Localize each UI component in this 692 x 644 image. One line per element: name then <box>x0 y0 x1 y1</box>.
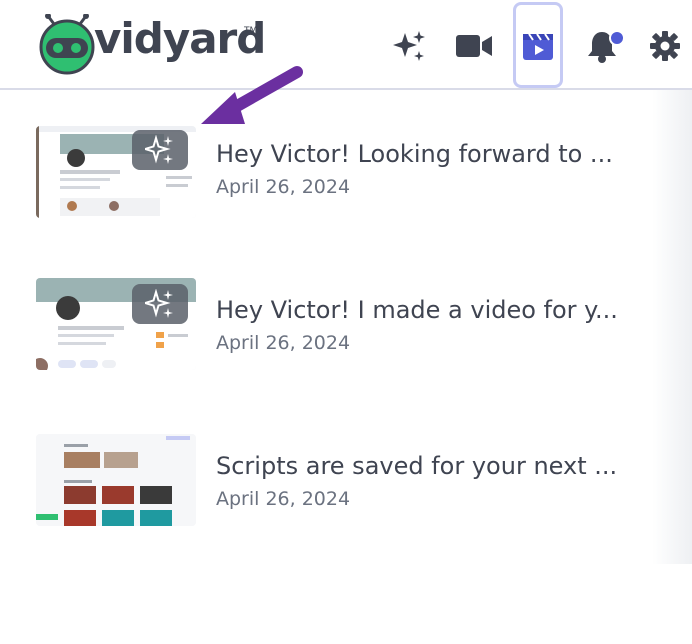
video-list-item[interactable]: Hey Victor! I made a video for y... Apri… <box>0 276 692 396</box>
header-toolbar: vidyard TM <box>0 0 692 90</box>
video-title[interactable]: Hey Victor! Looking forward to ... <box>216 140 661 168</box>
settings-button[interactable] <box>641 22 689 70</box>
logo-trademark: TM <box>244 26 258 36</box>
annotation-arrow <box>201 66 303 124</box>
video-list-item[interactable]: Hey Victor! Looking forward to ... April… <box>0 120 692 240</box>
video-thumbnail[interactable] <box>36 434 196 526</box>
video-camera-icon <box>456 35 492 57</box>
ai-generated-badge <box>132 130 188 170</box>
sparkles-icon <box>393 31 425 61</box>
video-date: April 26, 2024 <box>216 176 351 198</box>
video-library-icon <box>523 33 553 60</box>
video-list-item[interactable]: Scripts are saved for your next ... Apri… <box>0 432 692 552</box>
video-library-button[interactable] <box>513 2 563 88</box>
sparkles-icon <box>145 289 173 318</box>
video-title[interactable]: Hey Victor! I made a video for y... <box>216 296 661 324</box>
ai-sparkles-button[interactable] <box>386 22 434 70</box>
video-date: April 26, 2024 <box>216 488 351 510</box>
ai-generated-badge <box>132 284 188 324</box>
video-title[interactable]: Scripts are saved for your next ... <box>216 452 661 480</box>
video-date: April 26, 2024 <box>216 332 351 354</box>
thumbnail-image <box>36 434 196 526</box>
video-thumbnail[interactable] <box>36 126 196 218</box>
sparkles-icon <box>145 135 173 164</box>
video-thumbnail[interactable] <box>36 278 196 370</box>
notifications-button[interactable] <box>582 22 630 70</box>
logo-wordmark: vidyard <box>94 14 266 63</box>
record-video-button[interactable] <box>450 22 498 70</box>
notification-bell-icon <box>588 30 625 63</box>
gear-icon <box>650 31 680 61</box>
